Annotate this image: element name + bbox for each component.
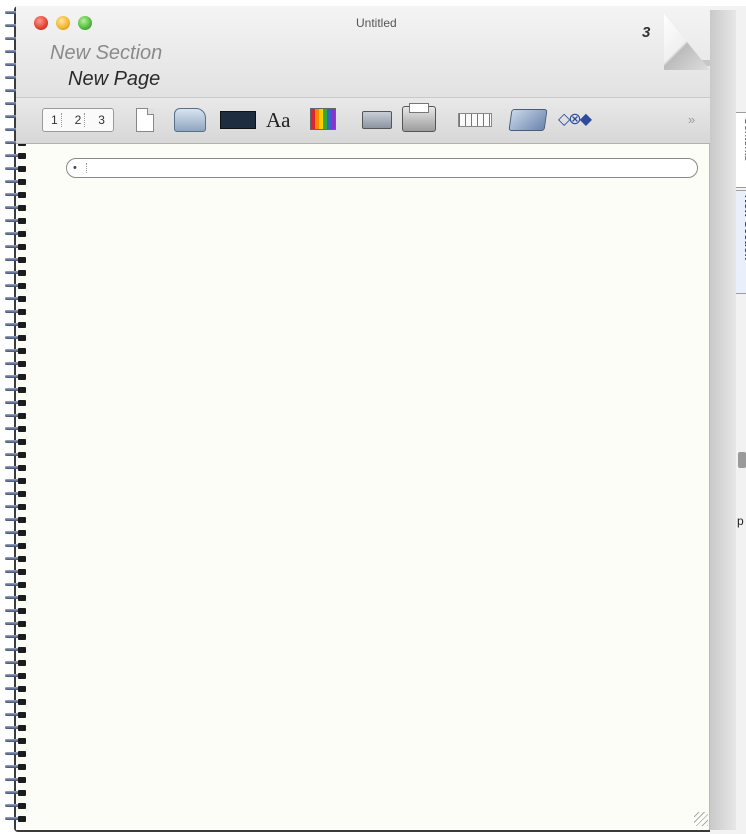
spiral-ring (3, 179, 29, 185)
spiral-ring (3, 725, 29, 731)
spiral-ring (3, 790, 29, 796)
spiral-ring (3, 413, 29, 419)
numbering-label-3: 3 (98, 113, 105, 127)
page-header: Untitled New Section New Page 3 (16, 6, 710, 98)
ruler-icon[interactable] (458, 113, 492, 127)
spiral-ring (3, 452, 29, 458)
spiral-ring (3, 699, 29, 705)
new-section-icon[interactable] (174, 108, 206, 132)
spiral-ring (3, 400, 29, 406)
print-icon[interactable] (402, 103, 436, 132)
spiral-ring (3, 374, 29, 380)
spiral-ring (3, 647, 29, 653)
photos-icon[interactable] (508, 109, 548, 131)
spiral-ring (3, 309, 29, 315)
page-curl-icon[interactable] (664, 14, 710, 70)
side-edge (710, 10, 736, 830)
window-title: Untitled (356, 16, 397, 30)
spiral-ring (3, 517, 29, 523)
spiral-ring (3, 556, 29, 562)
spiral-ring (3, 738, 29, 744)
side-edge-text: p (737, 514, 744, 528)
spiral-ring (3, 764, 29, 770)
spiral-ring (3, 803, 29, 809)
new-page-icon[interactable] (136, 108, 154, 132)
toolbar: 1 2 3 Aa ◇⊗◆ » (16, 98, 710, 144)
outline-handle-icon[interactable]: • (73, 163, 87, 174)
spiral-ring (3, 569, 29, 575)
spiral-ring (3, 686, 29, 692)
spiral-ring (3, 491, 29, 497)
page-title[interactable]: New Page (68, 68, 160, 91)
spiral-ring (3, 712, 29, 718)
spiral-ring (3, 478, 29, 484)
section-title[interactable]: New Section (50, 42, 162, 65)
tab-contents[interactable]: Contents (736, 112, 746, 188)
spiral-ring (3, 660, 29, 666)
numbering-button[interactable]: 1 2 3 (42, 108, 114, 132)
spiral-ring (3, 322, 29, 328)
resize-grip[interactable] (694, 812, 708, 826)
spiral-ring (3, 166, 29, 172)
spiral-ring (3, 426, 29, 432)
spiral-ring (3, 296, 29, 302)
outline-entry-text[interactable] (95, 161, 685, 175)
spiral-ring (3, 543, 29, 549)
spiral-ring (3, 361, 29, 367)
spiral-ring (3, 634, 29, 640)
spiral-ring (3, 387, 29, 393)
spiral-ring (3, 439, 29, 445)
spiral-ring (3, 153, 29, 159)
media-icon[interactable] (220, 111, 256, 129)
close-button[interactable] (34, 16, 48, 30)
tab-contents-label: Contents (742, 117, 746, 162)
spiral-ring (3, 777, 29, 783)
spiral-ring (3, 621, 29, 627)
numbering-label-1: 1 (48, 113, 62, 127)
minimize-button[interactable] (56, 16, 70, 30)
spiral-ring (3, 335, 29, 341)
zoom-button[interactable] (78, 16, 92, 30)
spiral-ring (3, 218, 29, 224)
page-number: 3 (642, 24, 651, 41)
tab-new-section[interactable]: New Section (736, 190, 746, 294)
spiral-ring (3, 231, 29, 237)
notebook-window: Untitled New Section New Page 3 1 2 3 Aa… (0, 0, 746, 834)
spiral-ring (3, 530, 29, 536)
spiral-ring (3, 751, 29, 757)
spiral-ring (3, 504, 29, 510)
spiral-ring (3, 348, 29, 354)
spiral-ring (3, 283, 29, 289)
spiral-ring (3, 673, 29, 679)
spiral-ring (3, 465, 29, 471)
spiral-ring (3, 582, 29, 588)
outline-entry[interactable]: • (66, 158, 698, 178)
spiral-ring (3, 257, 29, 263)
spiral-ring (3, 192, 29, 198)
toolbar-overflow-button[interactable]: » (688, 108, 702, 132)
side-scroll-marker[interactable] (738, 452, 746, 468)
navigate-icon[interactable]: ◇⊗◆ (558, 108, 594, 132)
card-icon[interactable] (362, 111, 392, 129)
spiral-ring (3, 595, 29, 601)
font-button[interactable]: Aa (266, 108, 300, 132)
tab-section-label: New Section (742, 195, 746, 261)
spiral-ring (3, 244, 29, 250)
spiral-ring (3, 608, 29, 614)
colors-icon[interactable] (310, 108, 336, 130)
numbering-label-2: 2 (72, 113, 86, 127)
spiral-ring (3, 816, 29, 822)
spiral-ring (3, 205, 29, 211)
spiral-ring (3, 270, 29, 276)
